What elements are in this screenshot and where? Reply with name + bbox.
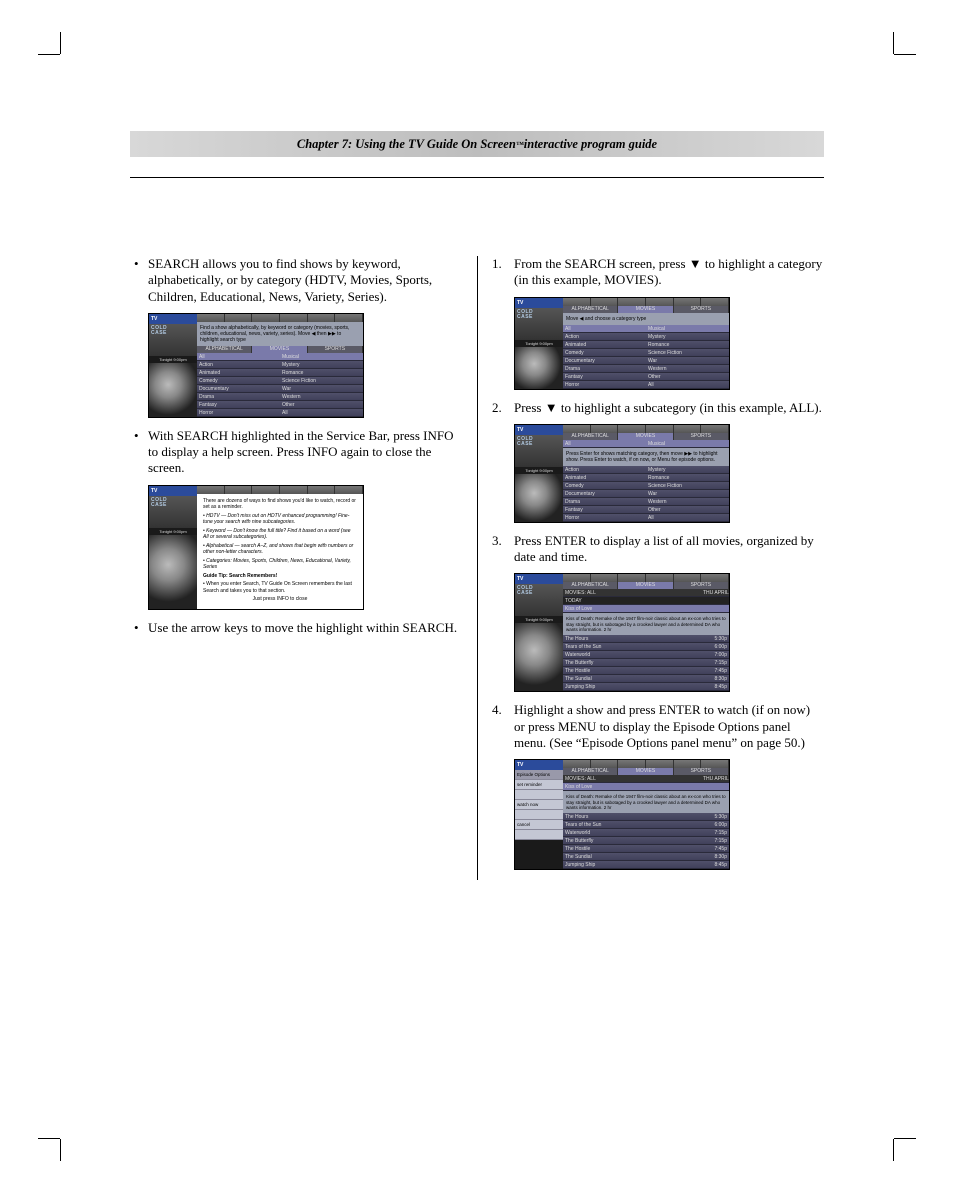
screenshot-episode-options: TV Episode Optionsset reminderwatch nowc… (514, 759, 730, 870)
bullet-search-overview: SEARCH allows you to find shows by keywo… (130, 256, 463, 305)
header-rule (130, 177, 824, 178)
tip-text: Find a show alphabetically, by keyword o… (197, 322, 363, 346)
screenshot-search-categories: TV COLDCASE Tonight 9:00pm Find a show a… (148, 313, 364, 418)
crop-mark-bottom-right (882, 1127, 912, 1157)
down-arrow-icon: ▼ (689, 256, 702, 271)
screenshot-movie-list: TV COLDCASE Tonight 9:00pm ALPHABETICAL … (514, 573, 730, 692)
crop-mark-bottom-left (42, 1127, 72, 1157)
crop-mark-top-left (42, 36, 72, 66)
tv-logo: TV (149, 314, 197, 324)
step-3: Press ENTER to display a list of all mov… (492, 533, 824, 566)
trademark-symbol: ™ (516, 140, 524, 149)
bullet-search-info: With SEARCH highlighted in the Service B… (130, 428, 463, 477)
step-2: Press ▼ to highlight a subcategory (in t… (492, 400, 824, 416)
screenshot-search-help: TV COLDCASE Tonight 9:00pm There are doz… (148, 485, 364, 610)
chapter-title-suffix: interactive program guide (524, 137, 657, 152)
chapter-title-prefix: Chapter 7: Using the TV Guide On Screen (297, 137, 516, 152)
step-4: Highlight a show and press ENTER to watc… (492, 702, 824, 751)
chapter-header: Chapter 7: Using the TV Guide On Screen™… (130, 131, 824, 157)
step-1: From the SEARCH screen, press ▼ to highl… (492, 256, 824, 289)
help-overlay: There are dozens of ways to find shows y… (197, 494, 363, 609)
screenshot-highlight-subcategory: TV COLDCASE Tonight 9:00pm ALPHABETICAL … (514, 424, 730, 523)
screenshot-highlight-category: TV COLDCASE Tonight 9:00pm ALPHABETICAL … (514, 297, 730, 390)
right-column: From the SEARCH screen, press ▼ to highl… (477, 256, 824, 880)
down-arrow-icon: ▼ (545, 400, 558, 415)
crop-mark-top-right (882, 36, 912, 66)
bullet-arrow-keys: Use the arrow keys to move the highlight… (130, 620, 463, 636)
left-column: SEARCH allows you to find shows by keywo… (130, 256, 477, 880)
